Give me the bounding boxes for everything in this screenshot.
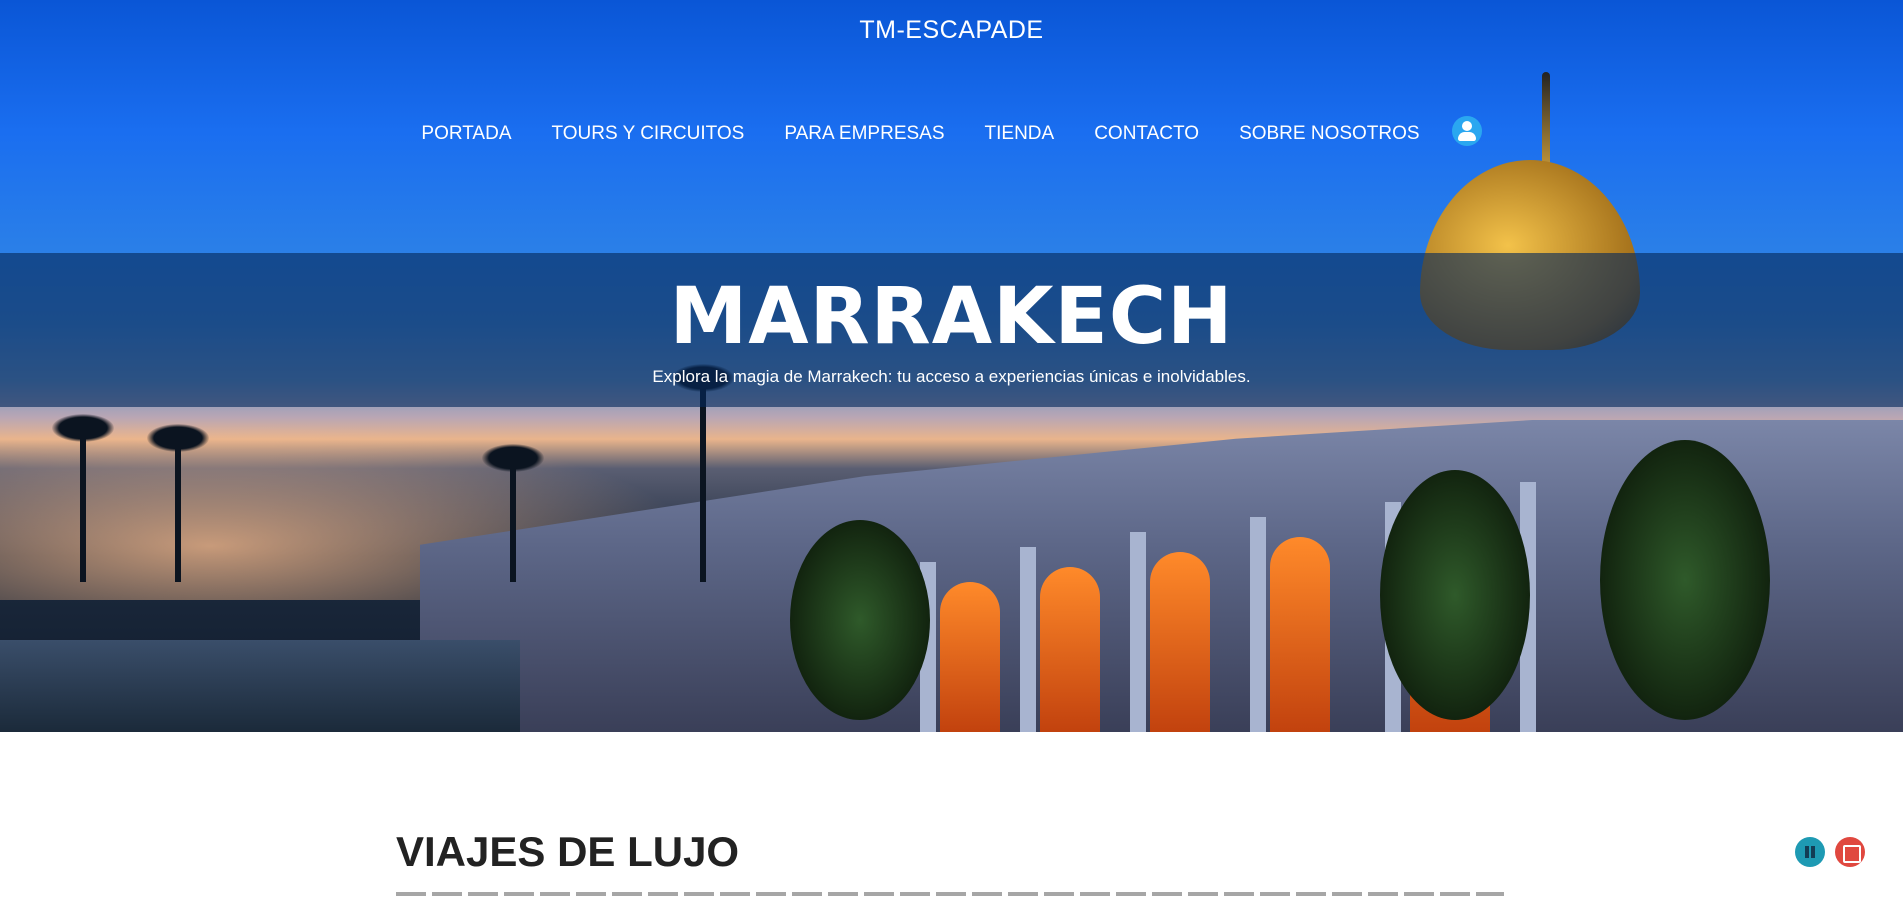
section-title: VIAJES DE LUJO (396, 828, 740, 875)
palm-tree (672, 364, 734, 582)
nav-item-tienda[interactable]: TIENDA (985, 123, 1055, 145)
column (1130, 532, 1146, 732)
garden-trees (790, 520, 930, 720)
nav-item-sobre-nosotros[interactable]: SOBRE NOSOTROS (1239, 123, 1420, 145)
pause-icon[interactable] (1795, 837, 1825, 867)
user-icon-body (1457, 132, 1476, 141)
main-nav: PORTADA TOURS Y CIRCUITOS PARA EMPRESAS … (0, 116, 1903, 146)
nav-item-portada[interactable]: PORTADA (421, 123, 511, 145)
garden-trees (1600, 440, 1770, 720)
nav-item-tours[interactable]: TOURS Y CIRCUITOS (552, 123, 745, 145)
garden-trees (1380, 470, 1530, 720)
arch (1040, 567, 1100, 732)
palm-tree (147, 424, 209, 582)
reflecting-pool (0, 640, 520, 732)
user-icon[interactable] (1451, 116, 1482, 146)
palm-tree (52, 414, 114, 582)
arch (1150, 552, 1210, 732)
hero-title: MARRAKECH (669, 272, 1234, 362)
arch (1270, 537, 1330, 732)
column (1020, 547, 1036, 732)
site-title[interactable]: TM-ESCAPADE (0, 16, 1903, 45)
nav-item-empresas[interactable]: PARA EMPRESAS (784, 123, 944, 145)
paragraph-text-cutoff (396, 892, 1504, 896)
hero-banner: MARRAKECH Explora la magia de Marrakech:… (0, 253, 1903, 407)
hero-subtitle: Explora la magia de Marrakech: tu acceso… (652, 367, 1251, 386)
arch (940, 582, 1000, 732)
stop-icon[interactable] (1835, 837, 1865, 867)
palm-tree (482, 444, 544, 582)
user-icon-head (1461, 121, 1472, 131)
column (1250, 517, 1266, 732)
nav-item-contacto[interactable]: CONTACTO (1094, 123, 1199, 145)
